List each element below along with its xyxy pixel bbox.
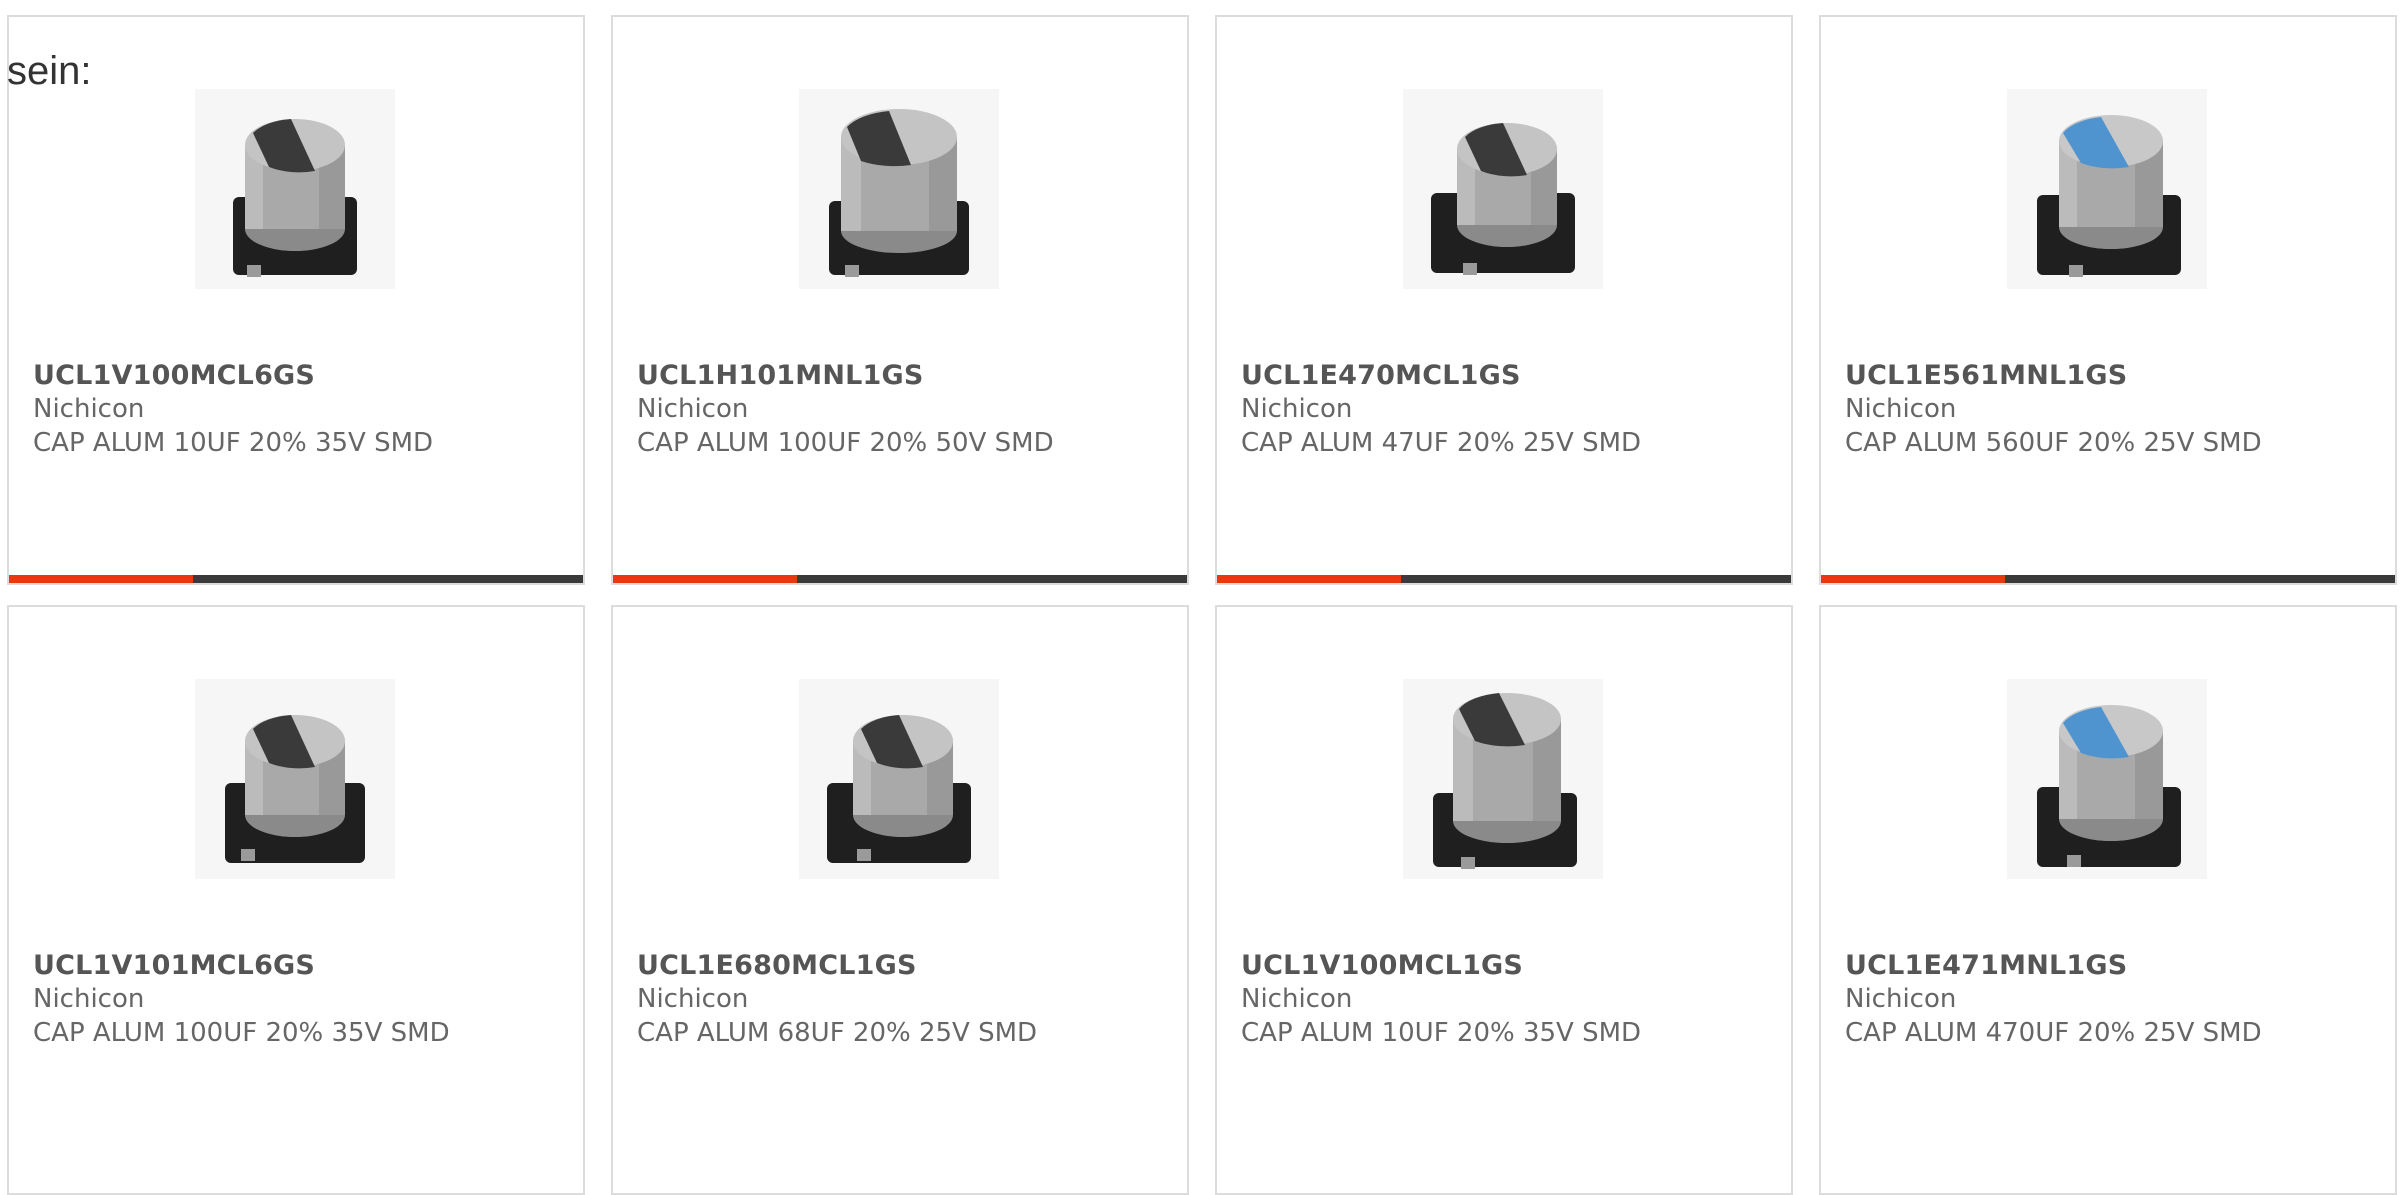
progress-fill <box>9 575 193 583</box>
manufacturer: Nichicon <box>33 984 145 1014</box>
product-card[interactable]: UCL1E680MCL1GS Nichicon CAP ALUM 68UF 20… <box>611 605 1189 1195</box>
part-number[interactable]: UCL1V101MCL6GS <box>33 950 315 981</box>
progress-fill <box>1821 575 2005 583</box>
intro-text: sein: <box>7 49 92 93</box>
progress-fill <box>613 575 797 583</box>
product-card[interactable]: UCL1V100MCL1GS Nichicon CAP ALUM 10UF 20… <box>1215 605 1793 1195</box>
description: CAP ALUM 100UF 20% 35V SMD <box>33 1018 450 1048</box>
capacitor-image <box>1431 123 1575 275</box>
part-number[interactable]: UCL1V100MCL1GS <box>1241 950 1523 981</box>
product-card[interactable]: UCL1V101MCL6GS Nichicon CAP ALUM 100UF 2… <box>7 605 585 1195</box>
part-number[interactable]: UCL1E561MNL1GS <box>1845 360 2127 391</box>
product-card[interactable]: UCL1E471MNL1GS Nichicon CAP ALUM 470UF 2… <box>1819 605 2397 1195</box>
manufacturer: Nichicon <box>637 394 749 424</box>
progress-bar <box>1821 575 2395 583</box>
description: CAP ALUM 100UF 20% 50V SMD <box>637 428 1054 458</box>
part-number[interactable]: UCL1H101MNL1GS <box>637 360 924 391</box>
manufacturer: Nichicon <box>1241 394 1353 424</box>
product-image[interactable] <box>195 89 395 289</box>
progress-bar <box>9 575 583 583</box>
capacitor-image <box>2037 705 2181 867</box>
capacitor-image <box>233 119 357 277</box>
part-number[interactable]: UCL1V100MCL6GS <box>33 360 315 391</box>
progress-fill <box>1217 575 1401 583</box>
part-number[interactable]: UCL1E471MNL1GS <box>1845 950 2127 981</box>
progress-bar <box>1217 575 1791 583</box>
description: CAP ALUM 68UF 20% 25V SMD <box>637 1018 1038 1048</box>
description: CAP ALUM 10UF 20% 35V SMD <box>33 428 434 458</box>
product-card[interactable]: UCL1E470MCL1GS Nichicon CAP ALUM 47UF 20… <box>1215 15 1793 585</box>
description: CAP ALUM 560UF 20% 25V SMD <box>1845 428 2262 458</box>
part-number[interactable]: UCL1E470MCL1GS <box>1241 360 1521 391</box>
product-image[interactable] <box>1403 89 1603 289</box>
description: CAP ALUM 47UF 20% 25V SMD <box>1241 428 1642 458</box>
product-card[interactable]: UCL1H101MNL1GS Nichicon CAP ALUM 100UF 2… <box>611 15 1189 585</box>
manufacturer: Nichicon <box>1845 984 1957 1014</box>
product-card[interactable]: UCL1V100MCL6GS Nichicon CAP ALUM 10UF 20… <box>7 15 585 585</box>
manufacturer: Nichicon <box>637 984 749 1014</box>
product-grid: UCL1V100MCL6GS Nichicon CAP ALUM 10UF 20… <box>7 15 2400 1195</box>
product-card[interactable]: UCL1E561MNL1GS Nichicon CAP ALUM 560UF 2… <box>1819 15 2397 585</box>
manufacturer: Nichicon <box>1241 984 1353 1014</box>
product-image[interactable] <box>799 679 999 879</box>
product-image[interactable] <box>1403 679 1603 879</box>
product-image[interactable] <box>195 679 395 879</box>
progress-bar <box>613 575 1187 583</box>
manufacturer: Nichicon <box>1845 394 1957 424</box>
capacitor-image <box>2037 115 2181 277</box>
product-image[interactable] <box>2007 679 2207 879</box>
product-image[interactable] <box>799 89 999 289</box>
capacitor-image <box>225 715 365 863</box>
capacitor-image <box>829 109 969 277</box>
capacitor-image <box>1433 693 1577 869</box>
description: CAP ALUM 10UF 20% 35V SMD <box>1241 1018 1642 1048</box>
description: CAP ALUM 470UF 20% 25V SMD <box>1845 1018 2262 1048</box>
product-image[interactable] <box>2007 89 2207 289</box>
part-number[interactable]: UCL1E680MCL1GS <box>637 950 917 981</box>
manufacturer: Nichicon <box>33 394 145 424</box>
capacitor-image <box>827 715 971 863</box>
